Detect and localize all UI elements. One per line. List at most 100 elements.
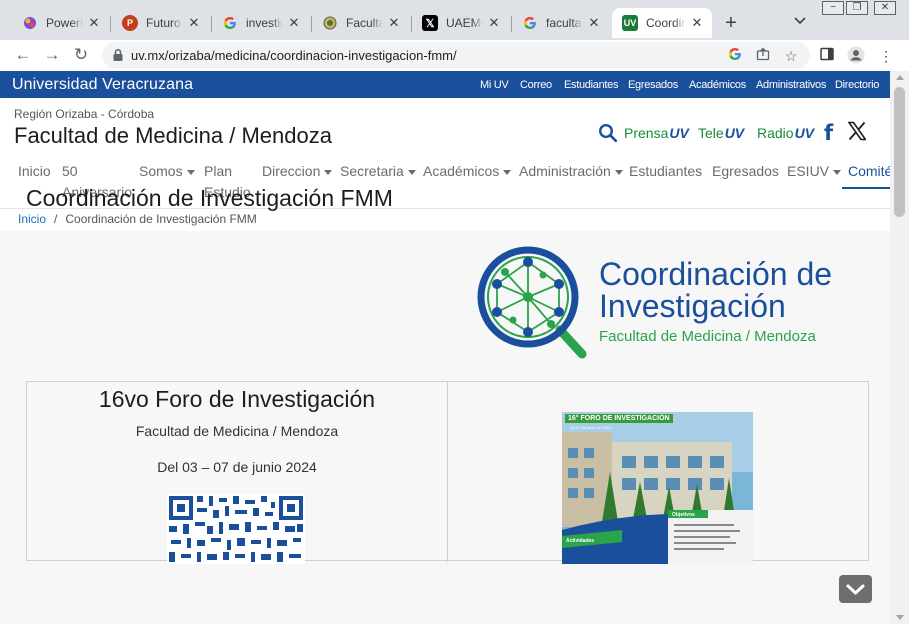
breadcrumb-current: Coordinación de Investigación FMM	[65, 212, 257, 226]
forward-icon[interactable]: →	[41, 44, 63, 66]
top-link-estudiantes[interactable]: Estudiantes	[564, 79, 618, 91]
nav-label: ESIUV	[787, 163, 830, 179]
forum-poster-image[interactable]: 16° FORO DE INVESTIGACIÓN 03-07 de junio…	[562, 412, 753, 564]
media-name: Tele	[698, 125, 724, 141]
share-icon[interactable]	[754, 47, 772, 65]
top-link-administrativos[interactable]: Administrativos	[756, 79, 826, 91]
google-lens-icon[interactable]	[726, 47, 744, 65]
close-icon[interactable]: ✕	[587, 15, 601, 31]
google-icon	[222, 15, 238, 31]
breadcrumb-separator: /	[54, 212, 58, 226]
region-label: Región Orizaba - Córdoba	[14, 107, 155, 121]
close-icon[interactable]: ✕	[187, 15, 201, 31]
kebab-menu-icon[interactable]: ⋮	[876, 46, 896, 66]
top-link-egresados[interactable]: Egresados	[628, 79, 678, 91]
nav-direccion[interactable]: Direccion	[262, 161, 333, 182]
faculty-title[interactable]: Facultad de Medicina / Mendoza	[14, 123, 332, 149]
address-bar[interactable]: uv.mx/orizaba/medicina/coordinacion-inve…	[102, 42, 810, 69]
top-link-mi-uv[interactable]: Mi UV	[480, 79, 509, 91]
close-icon[interactable]: ✕	[87, 15, 101, 31]
tab-facultad-search[interactable]: facultad ✕	[512, 8, 609, 38]
tab-separator	[110, 16, 111, 32]
tab-search-icon[interactable]	[794, 14, 806, 28]
browser-toolbar: ← → ↻ uv.mx/orizaba/medicina/coordinacio…	[0, 40, 909, 71]
scrollbar-thumb[interactable]	[894, 87, 905, 217]
close-window-icon[interactable]: ✕	[874, 1, 896, 15]
nav-label: Plan	[204, 163, 233, 179]
poster-section-objetivos: Objetivos	[672, 512, 695, 518]
browser-tab-strip: PowerPoint ✕ P Futuro de ✕ investigacion…	[0, 0, 909, 40]
page-title: Coordinación de Investigación FMM	[26, 185, 393, 211]
tab-coordinacion[interactable]: UV Coordinación ✕	[612, 8, 712, 38]
tab-title: investigacion	[246, 16, 283, 30]
top-link-directorio[interactable]: Directorio	[835, 79, 879, 91]
active-nav-indicator	[842, 187, 890, 189]
tab-futuro[interactable]: P Futuro de ✕	[112, 8, 209, 38]
nav-comite[interactable]: Comité	[848, 161, 890, 182]
scroll-up-arrow-icon[interactable]	[896, 75, 904, 80]
tab-title: PowerPoint	[46, 16, 83, 30]
tab-facultad[interactable]: Facultad ✕	[312, 8, 409, 38]
prensa-uv-link[interactable]: Prensa UV	[624, 122, 689, 144]
radio-uv-link[interactable]: Radio UV	[757, 122, 814, 144]
restore-icon[interactable]: ❐	[846, 1, 868, 15]
back-icon[interactable]: ←	[12, 44, 34, 66]
breadcrumb: Inicio / Coordinación de Investigación F…	[18, 212, 257, 226]
close-icon[interactable]: ✕	[287, 15, 301, 31]
profile-avatar-icon[interactable]	[846, 46, 866, 66]
forum-dates: Del 03 – 07 de junio 2024	[157, 459, 317, 475]
nav-label: Académicos	[423, 163, 500, 179]
forum-title: 16vo Foro de Investigación	[98, 386, 376, 412]
url-text[interactable]: uv.mx/orizaba/medicina/coordinacion-inve…	[131, 48, 457, 63]
scroll-down-button[interactable]	[839, 575, 872, 603]
nav-label: Somos	[139, 163, 183, 179]
scroll-down-arrow-icon[interactable]	[896, 615, 904, 620]
tab-investigacion[interactable]: investigacion ✕	[212, 8, 309, 38]
search-icon[interactable]	[598, 123, 618, 143]
top-link-correo[interactable]: Correo	[520, 79, 552, 91]
poster-dates: 03-07 de junio de 2024	[570, 425, 611, 430]
caret-down-icon	[503, 169, 512, 175]
qr-code-image[interactable]	[167, 494, 305, 564]
poster-title: 16° FORO DE INVESTIGACIÓN	[565, 414, 673, 423]
page-scrollbar[interactable]	[890, 71, 909, 624]
slides-icon: P	[122, 15, 138, 31]
minimize-icon[interactable]: −	[822, 1, 844, 15]
nav-estudiantes[interactable]: Estudiantes	[629, 161, 702, 182]
close-icon[interactable]: ✕	[487, 15, 501, 31]
new-tab-button[interactable]: +	[722, 12, 740, 34]
nav-egresados[interactable]: Egresados	[712, 161, 779, 182]
tab-powerpoint[interactable]: PowerPoint ✕	[12, 8, 109, 38]
bookmark-star-icon[interactable]: ☆	[782, 47, 800, 65]
nav-label: Secretaria	[340, 163, 404, 179]
close-icon[interactable]: ✕	[387, 15, 401, 31]
nav-somos[interactable]: Somos	[139, 161, 195, 182]
nav-label: 50	[62, 163, 78, 179]
nav-label: Egresados	[712, 163, 779, 179]
nav-label: Administración	[519, 163, 611, 179]
tab-uaemex[interactable]: 𝕏 UAEMéx ✕	[412, 8, 509, 38]
top-link-academicos[interactable]: Académicos	[689, 79, 746, 91]
media-name: Radio	[757, 125, 794, 141]
nav-administracion[interactable]: Administración	[519, 161, 623, 182]
side-panel-icon[interactable]	[817, 46, 837, 66]
breadcrumb-home-link[interactable]: Inicio	[18, 212, 46, 226]
logo-line-3: Facultad de Medicina / Mendoza	[599, 328, 816, 345]
tab-title: Futuro de	[146, 16, 183, 30]
nav-secretaria[interactable]: Secretaria	[340, 161, 416, 182]
caret-down-icon	[833, 169, 842, 175]
facebook-icon[interactable]: f	[824, 122, 833, 144]
close-icon[interactable]: ✕	[690, 15, 704, 31]
reload-icon[interactable]: ↻	[70, 44, 92, 66]
x-twitter-icon[interactable]	[847, 121, 868, 143]
forum-card: 16vo Foro de Investigación Facultad de M…	[26, 381, 869, 564]
tele-uv-link[interactable]: Tele UV	[698, 122, 744, 144]
uv-brand-link[interactable]: Universidad Veracruzana	[12, 76, 193, 94]
nav-academicos[interactable]: Académicos	[423, 161, 512, 182]
chevron-down-icon	[846, 584, 865, 595]
nav-label: Comité	[848, 163, 890, 179]
nav-inicio[interactable]: Inicio	[18, 161, 51, 182]
tab-title: UAEMéx	[446, 16, 483, 30]
logo-line-2: Investigación	[599, 288, 786, 324]
nav-esiuv[interactable]: ESIUV	[787, 161, 842, 182]
